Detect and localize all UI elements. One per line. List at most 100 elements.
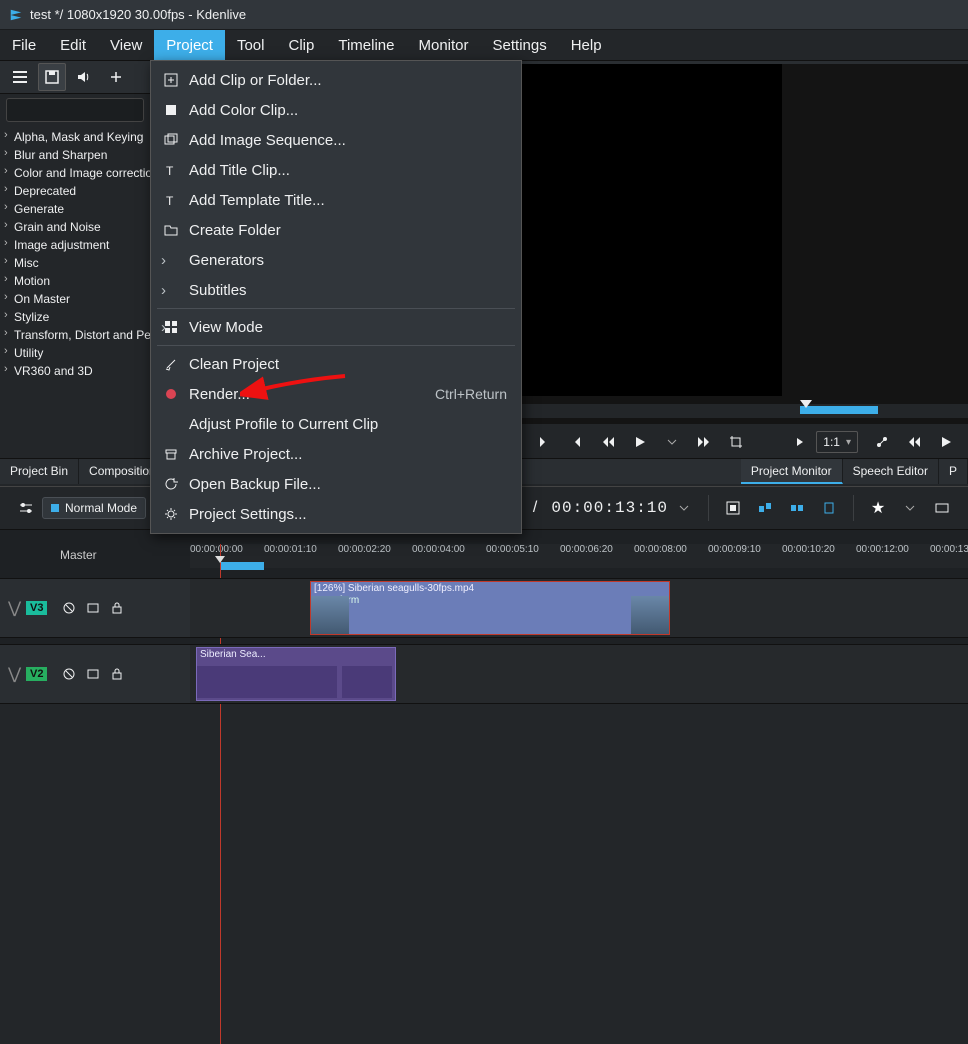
set-in-icon[interactable] — [532, 430, 556, 454]
monitor-playhead-icon[interactable] — [800, 400, 812, 408]
settings-icon[interactable] — [15, 497, 37, 519]
menu-add-image-sequence[interactable]: Add Image Sequence... — [151, 125, 521, 155]
clip-segment — [197, 666, 337, 698]
menu-open-backup[interactable]: Open Backup File... — [151, 469, 521, 499]
tab-project-monitor[interactable]: Project Monitor — [741, 459, 843, 484]
effects-category[interactable]: Alpha, Mask and Keying — [0, 128, 150, 146]
film-icon[interactable] — [84, 599, 102, 617]
effects-category[interactable]: Grain and Noise — [0, 218, 150, 236]
chevron-down-icon[interactable] — [899, 497, 921, 519]
tool-icon[interactable] — [754, 497, 776, 519]
rewind-icon[interactable] — [596, 430, 620, 454]
edit-mode-select[interactable]: Normal Mode — [42, 497, 146, 519]
menu-add-title-clip[interactable]: TAdd Title Clip... — [151, 155, 521, 185]
next-icon[interactable] — [788, 430, 812, 454]
expand-icon[interactable]: ⋁ — [8, 598, 26, 618]
set-out-icon[interactable] — [564, 430, 588, 454]
ruler-tick: 00:00:04:00 — [412, 544, 465, 555]
menu-archive-project[interactable]: Archive Project... — [151, 439, 521, 469]
mute-icon[interactable] — [60, 599, 78, 617]
expand-icon[interactable]: ⋁ — [8, 664, 26, 684]
tab-speech-editor[interactable]: Speech Editor — [843, 459, 939, 484]
tool-icon[interactable] — [786, 497, 808, 519]
timeline-clip[interactable]: Siberian Sea... — [196, 647, 396, 701]
menu-help[interactable]: Help — [559, 30, 614, 60]
menu-edit[interactable]: Edit — [48, 30, 98, 60]
film-icon[interactable] — [84, 665, 102, 683]
menu-timeline[interactable]: Timeline — [326, 30, 406, 60]
hamburger-icon[interactable] — [6, 63, 34, 91]
effects-category[interactable]: Utility — [0, 344, 150, 362]
menu-adjust-profile[interactable]: Adjust Profile to Current Clip — [151, 409, 521, 439]
effects-tree[interactable]: Alpha, Mask and Keying Blur and Sharpen … — [0, 126, 150, 382]
timecode-display[interactable]: 00:00:13:10 — [551, 499, 668, 517]
track-badge[interactable]: V2 — [26, 667, 47, 681]
menu-view-mode[interactable]: View Mode› — [151, 312, 521, 342]
monitor-canvas[interactable] — [522, 64, 782, 396]
track-lane[interactable]: Siberian Sea... — [190, 644, 968, 704]
monitor-zoom-bar[interactable] — [782, 404, 968, 418]
menu-tool[interactable]: Tool — [225, 30, 277, 60]
menu-project[interactable]: Project — [154, 30, 225, 60]
effects-category[interactable]: On Master — [0, 290, 150, 308]
favorite-icon[interactable]: ★ — [867, 497, 889, 519]
menu-subtitles[interactable]: Subtitles› — [151, 275, 521, 305]
timeline-playhead-icon[interactable] — [215, 556, 225, 563]
marker-icon[interactable] — [870, 430, 894, 454]
effects-category[interactable]: Transform, Distort and Perspective — [0, 326, 150, 344]
tab-project-bin[interactable]: Project Bin — [0, 459, 79, 484]
menu-add-clip[interactable]: Add Clip or Folder... — [151, 65, 521, 95]
volume-icon[interactable] — [70, 63, 98, 91]
tool-icon[interactable] — [722, 497, 744, 519]
effects-category[interactable]: Image adjustment — [0, 236, 150, 254]
play-icon[interactable] — [628, 430, 652, 454]
menu-add-template-title[interactable]: TAdd Template Title... — [151, 185, 521, 215]
menu-settings[interactable]: Settings — [481, 30, 559, 60]
mute-icon[interactable] — [60, 665, 78, 683]
timeline-zone-marker[interactable] — [220, 562, 264, 570]
effects-category[interactable]: Deprecated — [0, 182, 150, 200]
tab-truncated[interactable]: P — [939, 459, 968, 484]
track-badge[interactable]: V3 — [26, 601, 47, 615]
menu-add-color-clip[interactable]: Add Color Clip... — [151, 95, 521, 125]
app-icon — [8, 7, 24, 23]
menu-monitor[interactable]: Monitor — [406, 30, 480, 60]
effects-category[interactable]: Blur and Sharpen — [0, 146, 150, 164]
track-lane[interactable]: [126%] Siberian seagulls-30fps.mp4 Trans… — [190, 578, 968, 638]
arrows-icon[interactable] — [102, 63, 130, 91]
forward-icon[interactable] — [692, 430, 716, 454]
effects-category[interactable]: Motion — [0, 272, 150, 290]
chevron-down-icon[interactable] — [660, 430, 684, 454]
effects-category[interactable]: Generate — [0, 200, 150, 218]
menu-clip[interactable]: Clip — [277, 30, 327, 60]
menu-create-folder[interactable]: Create Folder — [151, 215, 521, 245]
play-icon[interactable] — [934, 430, 958, 454]
menu-clean-project[interactable]: Clean Project — [151, 349, 521, 379]
save-icon[interactable] — [38, 63, 66, 91]
menu-generators[interactable]: Generators› — [151, 245, 521, 275]
timeline-ruler[interactable]: 00:00:00:00 00:00:01:10 00:00:02:20 00:0… — [190, 544, 968, 568]
clip-effect-label: Transform — [311, 595, 669, 606]
menu-project-settings[interactable]: Project Settings... — [151, 499, 521, 529]
rewind-icon[interactable] — [902, 430, 926, 454]
track-header[interactable]: ⋁ V3 — [0, 578, 190, 638]
master-track-label[interactable]: Master — [60, 548, 97, 562]
menu-view[interactable]: View — [98, 30, 154, 60]
crop-icon[interactable] — [724, 430, 748, 454]
zoom-ratio-select[interactable]: 1:1▾ — [816, 431, 858, 453]
effects-search-input[interactable] — [6, 98, 144, 122]
tool-icon[interactable] — [931, 497, 953, 519]
menu-render[interactable]: Render...Ctrl+Return — [151, 379, 521, 409]
lock-icon[interactable] — [108, 665, 126, 683]
svg-text:T: T — [166, 194, 174, 207]
track-header[interactable]: ⋁ V2 — [0, 644, 190, 704]
effects-category[interactable]: Color and Image correction — [0, 164, 150, 182]
effects-category[interactable]: Stylize — [0, 308, 150, 326]
effects-category[interactable]: Misc — [0, 254, 150, 272]
lock-icon[interactable] — [108, 599, 126, 617]
chevron-down-icon[interactable] — [673, 497, 695, 519]
menu-file[interactable]: File — [0, 30, 48, 60]
effects-category[interactable]: VR360 and 3D — [0, 362, 150, 380]
tool-icon[interactable] — [818, 497, 840, 519]
timeline-clip[interactable]: [126%] Siberian seagulls-30fps.mp4 Trans… — [310, 581, 670, 635]
